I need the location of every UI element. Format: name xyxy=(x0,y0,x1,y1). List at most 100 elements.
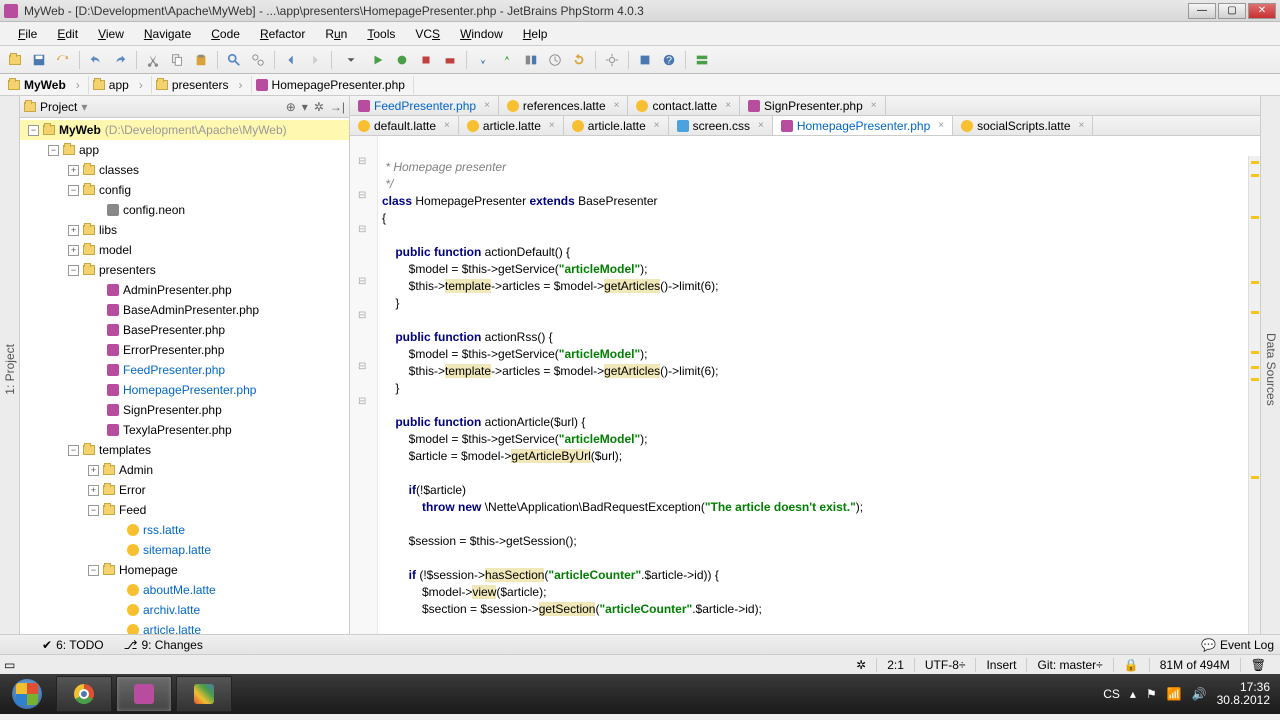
vcs-commit-button[interactable] xyxy=(496,49,518,71)
help-button[interactable]: ? xyxy=(658,49,680,71)
panel-hide-button[interactable]: →| xyxy=(330,100,345,114)
settings-icon[interactable]: ✲ xyxy=(314,100,324,114)
status-lock-icon[interactable]: 🔒 xyxy=(1113,658,1149,672)
tab-close-button[interactable]: × xyxy=(549,120,555,131)
tab-close-button[interactable]: × xyxy=(654,120,660,131)
tray-up-icon[interactable]: ▴ xyxy=(1130,687,1136,701)
menu-file[interactable]: File xyxy=(8,24,47,44)
status-trash-icon[interactable]: 🗑 xyxy=(1240,658,1276,672)
tree-file[interactable]: SignPresenter.php xyxy=(20,400,349,420)
tree-libs[interactable]: +libs xyxy=(20,220,349,240)
crumb-root[interactable]: MyWeb xyxy=(4,76,89,94)
redo-button[interactable] xyxy=(109,49,131,71)
editor-tab[interactable]: screen.css× xyxy=(669,116,773,135)
tree-config[interactable]: −config xyxy=(20,180,349,200)
forward-button[interactable] xyxy=(304,49,326,71)
crumb-presenters[interactable]: presenters xyxy=(152,76,252,94)
copy-button[interactable] xyxy=(166,49,188,71)
save-button[interactable] xyxy=(28,49,50,71)
tree-root[interactable]: −MyWeb (D:\Development\Apache\MyWeb) xyxy=(20,120,349,140)
tree-presenters[interactable]: −presenters xyxy=(20,260,349,280)
editor-tab[interactable]: references.latte× xyxy=(499,96,629,115)
tree-file[interactable]: HomepagePresenter.php xyxy=(20,380,349,400)
replace-button[interactable] xyxy=(247,49,269,71)
settings-button[interactable] xyxy=(601,49,623,71)
vcs-history-button[interactable] xyxy=(544,49,566,71)
vcs-revert-button[interactable] xyxy=(568,49,590,71)
stop-button[interactable] xyxy=(415,49,437,71)
tree-templates[interactable]: −templates xyxy=(20,440,349,460)
editor-tab[interactable]: article.latte× xyxy=(564,116,669,135)
editor-tab[interactable]: contact.latte× xyxy=(628,96,740,115)
command-line-button[interactable] xyxy=(691,49,713,71)
menu-code[interactable]: Code xyxy=(201,24,250,44)
status-insert[interactable]: Insert xyxy=(975,658,1026,672)
menu-run[interactable]: Run xyxy=(315,24,357,44)
eventlog-tab[interactable]: 💬 Event Log xyxy=(1201,638,1274,652)
tree-file[interactable]: aboutMe.latte xyxy=(20,580,349,600)
editor-tab[interactable]: article.latte× xyxy=(459,116,564,135)
tree-feed[interactable]: −Feed xyxy=(20,500,349,520)
status-encoding[interactable]: UTF-8 ÷ xyxy=(914,658,976,672)
todo-tab[interactable]: ✔ 6: TODO xyxy=(42,638,104,652)
tree-file[interactable]: ErrorPresenter.php xyxy=(20,340,349,360)
editor-tab[interactable]: socialScripts.latte× xyxy=(953,116,1093,135)
editor-tab[interactable]: SignPresenter.php× xyxy=(740,96,886,115)
task-phpstorm[interactable] xyxy=(116,676,172,712)
status-git[interactable]: Git: master ÷ xyxy=(1026,658,1112,672)
find-button[interactable] xyxy=(223,49,245,71)
tab-close-button[interactable]: × xyxy=(484,100,490,111)
vcs-diff-button[interactable] xyxy=(520,49,542,71)
tab-close-button[interactable]: × xyxy=(1079,120,1085,131)
status-position[interactable]: 2:1 xyxy=(876,658,914,672)
editor-tab[interactable]: default.latte× xyxy=(350,116,459,135)
run-button[interactable] xyxy=(367,49,389,71)
tray-language[interactable]: CS xyxy=(1103,687,1120,701)
tree-file[interactable]: BaseAdminPresenter.php xyxy=(20,300,349,320)
vcs-update-button[interactable] xyxy=(472,49,494,71)
tab-close-button[interactable]: × xyxy=(938,120,944,131)
tree-file[interactable]: article.latte xyxy=(20,620,349,634)
close-button[interactable]: ✕ xyxy=(1248,3,1276,19)
paste-button[interactable] xyxy=(190,49,212,71)
sidetab-project[interactable]: 1: Project xyxy=(1,340,19,399)
code-editor[interactable]: ⊟ ⊟ ⊟ ⊟ ⊟ ⊟ ⊟ * Homepage presenter */ cl… xyxy=(350,136,1260,634)
menu-window[interactable]: Window xyxy=(450,24,513,44)
menu-view[interactable]: View xyxy=(88,24,134,44)
menu-navigate[interactable]: Navigate xyxy=(134,24,201,44)
editor-tab[interactable]: HomepagePresenter.php× xyxy=(773,116,953,135)
tab-close-button[interactable]: × xyxy=(614,100,620,111)
marker-bar[interactable] xyxy=(1248,156,1260,634)
back-button[interactable] xyxy=(280,49,302,71)
crumb-file[interactable]: HomepagePresenter.php xyxy=(252,76,414,94)
status-memory[interactable]: 81M of 494M xyxy=(1149,658,1240,672)
tree-file[interactable]: TexylaPresenter.php xyxy=(20,420,349,440)
maximize-button[interactable]: ▢ xyxy=(1218,3,1246,19)
cut-button[interactable] xyxy=(142,49,164,71)
menu-edit[interactable]: Edit xyxy=(47,24,88,44)
menu-refactor[interactable]: Refactor xyxy=(250,24,315,44)
tree-homepage[interactable]: −Homepage xyxy=(20,560,349,580)
ide-help-button[interactable] xyxy=(634,49,656,71)
tree-app[interactable]: −app xyxy=(20,140,349,160)
tree-file[interactable]: AdminPresenter.php xyxy=(20,280,349,300)
debug-button[interactable] xyxy=(391,49,413,71)
changes-tab[interactable]: ⎇ 9: Changes xyxy=(124,638,203,652)
tab-close-button[interactable]: × xyxy=(871,100,877,111)
tray-volume-icon[interactable]: 🔊 xyxy=(1192,687,1207,701)
tree-config-neon[interactable]: config.neon xyxy=(20,200,349,220)
run-config-dropdown[interactable] xyxy=(337,49,365,71)
tree-file[interactable]: sitemap.latte xyxy=(20,540,349,560)
tab-close-button[interactable]: × xyxy=(758,120,764,131)
open-button[interactable] xyxy=(4,49,26,71)
tab-close-button[interactable]: × xyxy=(444,120,450,131)
menu-help[interactable]: Help xyxy=(513,24,558,44)
menu-tools[interactable]: Tools xyxy=(357,24,405,44)
tray-clock[interactable]: 17:3630.8.2012 xyxy=(1217,681,1270,707)
locate-button[interactable]: ⊕ xyxy=(286,100,296,114)
tray-flag-icon[interactable]: ⚑ xyxy=(1146,687,1157,701)
task-chrome[interactable] xyxy=(56,676,112,712)
tree-file[interactable]: archiv.latte xyxy=(20,600,349,620)
crumb-app[interactable]: app xyxy=(89,76,152,94)
sync-button[interactable] xyxy=(52,49,74,71)
